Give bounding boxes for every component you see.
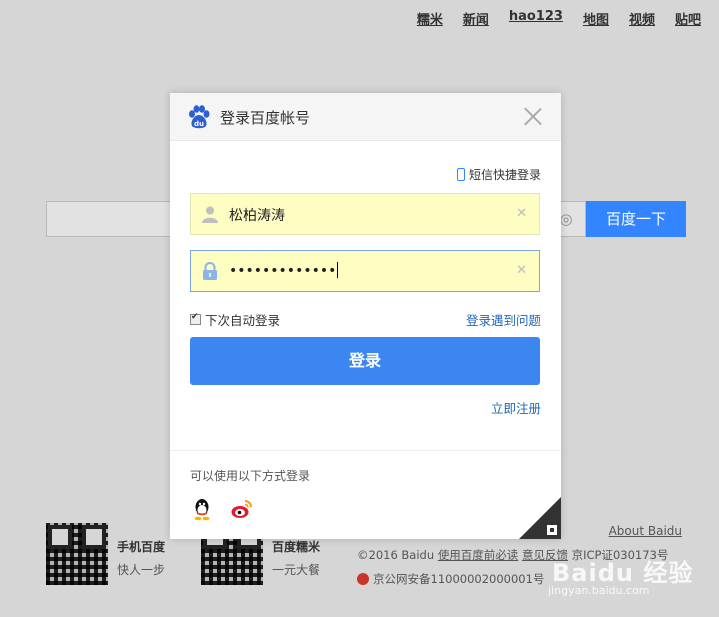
close-icon[interactable] <box>523 106 543 126</box>
login-problem-link[interactable]: 登录遇到问题 <box>466 310 541 329</box>
police-record: 京公网安备11000002000001号 <box>357 571 544 587</box>
terms-link[interactable]: 使用百度前必读 <box>438 548 519 562</box>
password-mask: ••••••••••••• <box>229 263 337 279</box>
password-value: ••••••••••••• <box>229 262 339 279</box>
divider <box>170 450 561 451</box>
register-link[interactable]: 立即注册 <box>491 398 541 417</box>
promo-subtitle: 一元大餐 <box>272 563 321 577</box>
remember-label: 下次自动登录 <box>205 313 281 328</box>
qq-icon[interactable] <box>190 497 214 521</box>
nav-link-hao123[interactable]: hao123 <box>509 9 563 28</box>
nav-link-nuomi[interactable]: 糯米 <box>417 9 443 28</box>
search-button[interactable]: 百度一下 <box>586 201 686 237</box>
other-methods-label: 可以使用以下方式登录 <box>190 469 311 483</box>
promo-title[interactable]: 手机百度 <box>117 538 165 555</box>
baidu-paw-icon: du <box>189 105 210 129</box>
qr-login-corner-icon[interactable] <box>519 497 561 539</box>
clear-password-icon[interactable]: ✕ <box>516 263 527 278</box>
remember-me[interactable]: 下次自动登录 <box>190 310 280 329</box>
sms-login-link[interactable]: 短信快捷登录 <box>456 166 541 183</box>
police-badge-icon <box>357 573 369 585</box>
password-field[interactable]: ••••••••••••• ✕ <box>190 250 540 292</box>
user-icon <box>202 206 218 223</box>
watermark-url: jingyan.baidu.com <box>548 584 650 597</box>
remember-checkbox[interactable] <box>190 312 201 325</box>
nav-link-tieba[interactable]: 贴吧 <box>675 9 701 28</box>
svg-text:du: du <box>194 120 204 128</box>
login-dialog: du 登录百度帐号 短信快捷登录 松柏涛涛 ✕ ••••••••••••• ✕ … <box>170 93 561 539</box>
about-link[interactable]: About Baidu <box>609 524 682 538</box>
text-caret <box>337 262 339 278</box>
sms-login-label: 短信快捷登录 <box>468 168 541 182</box>
nav-link-video[interactable]: 视频 <box>629 9 655 28</box>
qr-code-image <box>46 523 108 585</box>
username-value: 松柏涛涛 <box>229 208 285 224</box>
promo-subtitle: 快人一步 <box>117 563 166 577</box>
nav-link-map[interactable]: 地图 <box>583 9 609 28</box>
watermark-logo: Baidu 经验 <box>552 559 694 587</box>
login-button[interactable]: 登录 <box>190 337 540 385</box>
dialog-header: du 登录百度帐号 <box>170 93 561 141</box>
lock-icon <box>203 262 217 280</box>
clear-username-icon[interactable]: ✕ <box>516 206 527 221</box>
username-field[interactable]: 松柏涛涛 ✕ <box>190 193 540 235</box>
promo-title[interactable]: 百度糯米 <box>272 538 320 555</box>
weibo-icon[interactable] <box>230 497 254 521</box>
copyright-text: ©2016 Baidu <box>357 548 438 562</box>
phone-icon <box>456 168 465 181</box>
dialog-title: 登录百度帐号 <box>220 109 311 127</box>
police-text[interactable]: 京公网安备11000002000001号 <box>373 572 544 586</box>
top-nav: 糯米 新闻 hao123 地图 视频 贴吧 <box>417 9 701 28</box>
nav-link-news[interactable]: 新闻 <box>463 9 489 28</box>
